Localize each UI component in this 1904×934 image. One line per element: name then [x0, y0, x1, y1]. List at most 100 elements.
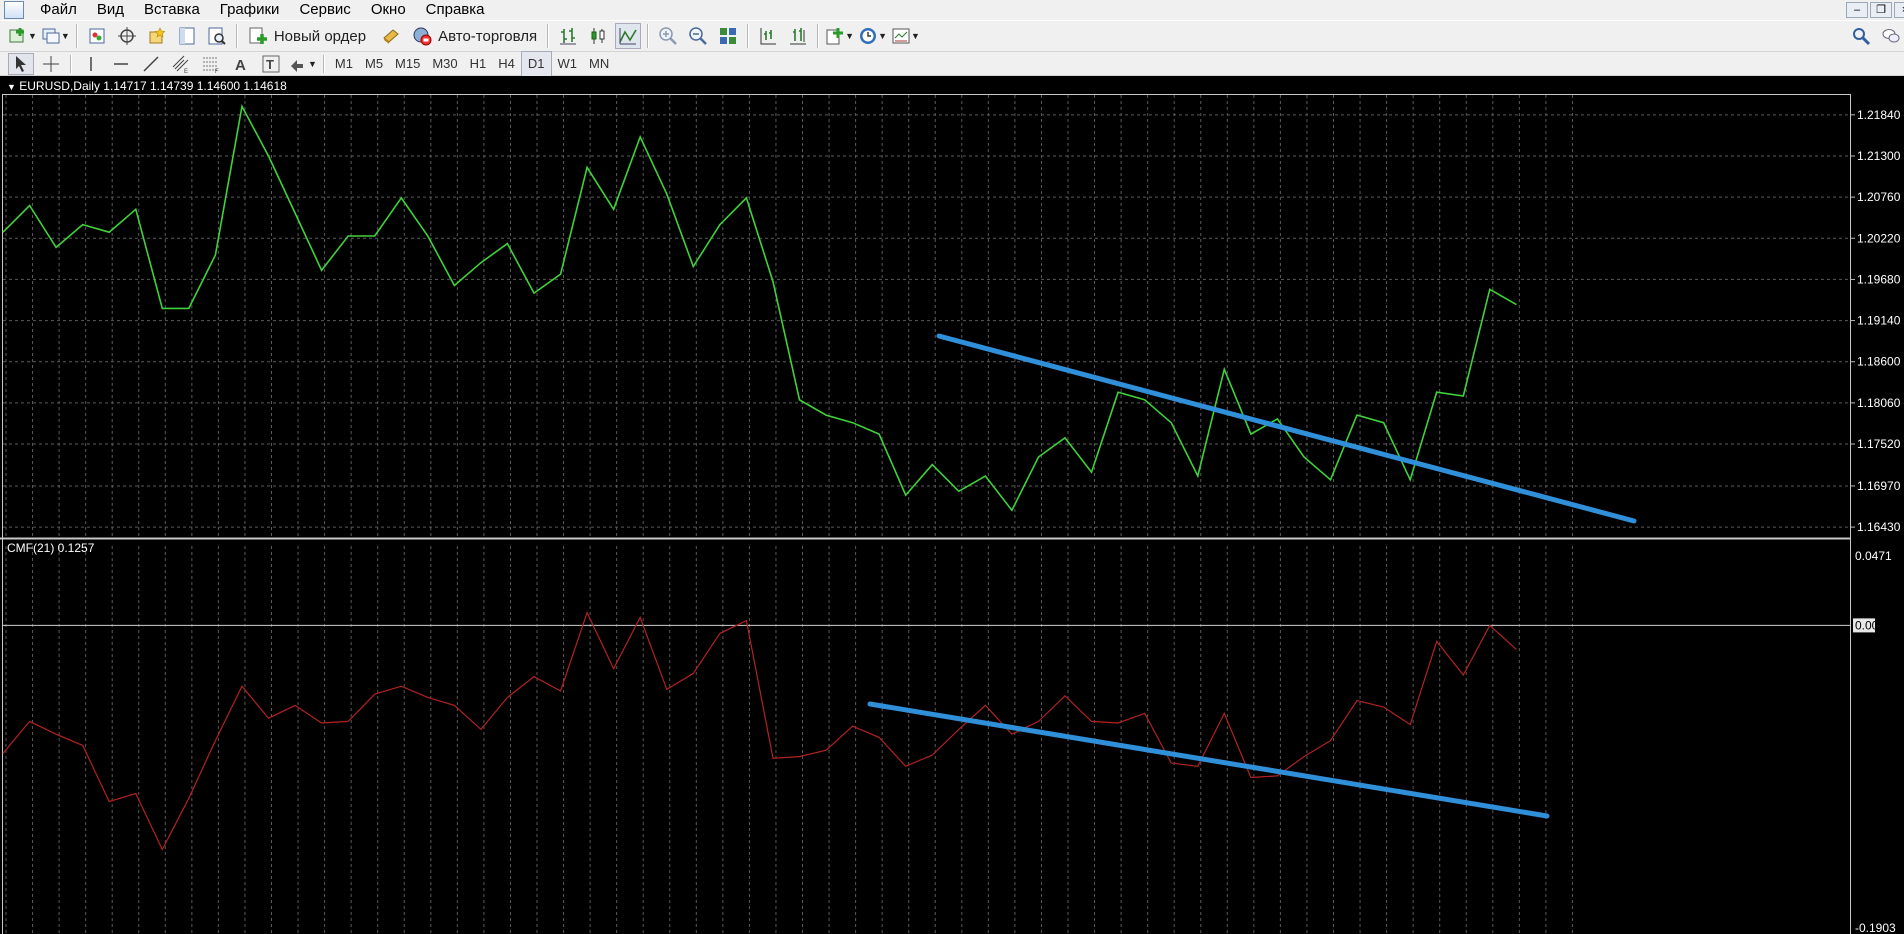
drawing-toolbar: E F A T ▼ M1 M5 M15 M30 H1 H4 D1 W1 MN	[0, 50, 1904, 77]
zoom-out-button[interactable]	[685, 23, 711, 49]
toolbar-separator	[647, 24, 650, 48]
toolbar-separator	[70, 54, 72, 73]
timeframe-w1[interactable]: W1	[552, 52, 584, 76]
text-button[interactable]: A	[228, 53, 254, 75]
trendline-button[interactable]	[138, 53, 164, 75]
indicator-tick-label: -0.1903	[1855, 921, 1896, 934]
periods-button[interactable]: ▼	[858, 23, 887, 49]
market-watch-button[interactable]	[84, 23, 110, 49]
timeframe-m5[interactable]: M5	[359, 52, 389, 76]
toolbar-separator	[547, 24, 550, 48]
menu-file[interactable]: Файл	[30, 0, 87, 20]
menu-view[interactable]: Вид	[87, 0, 134, 20]
price-series-line	[2, 103, 1517, 512]
chevron-down-icon: ▼	[60, 31, 70, 41]
strategy-tester-button[interactable]	[204, 23, 230, 49]
indicators-button[interactable]: ▼	[825, 23, 854, 49]
toolbar-separator	[322, 54, 325, 73]
terminal-button[interactable]	[174, 23, 200, 49]
app-icon[interactable]	[4, 1, 24, 19]
menu-charts[interactable]: Графики	[210, 0, 290, 20]
new-chart-button[interactable]: ▼	[8, 23, 37, 49]
crosshair-button[interactable]	[38, 53, 64, 75]
restore-icon[interactable]: ❐	[1870, 2, 1892, 18]
new-order-icon	[249, 27, 267, 44]
tile-windows-button[interactable]	[715, 23, 741, 49]
chevron-down-icon: ▼	[308, 58, 317, 69]
timeframe-h4[interactable]: H4	[492, 52, 521, 76]
line-chart-button[interactable]	[615, 23, 642, 49]
svg-text:E: E	[184, 69, 188, 74]
price-tick-label: 1.20220	[1857, 231, 1901, 245]
chart-window[interactable]: 1.21840 1.21300 1.20760 1.20220 1.19680 1.191…	[0, 76, 1904, 934]
chart-symbol-quote: EURUSD,Daily 1.14717 1.14739 1.14600 1.1…	[19, 79, 287, 93]
indicator-header: CMF(21) 0.1257	[7, 541, 95, 555]
close-icon[interactable]: ×	[1894, 2, 1904, 18]
templates-button[interactable]: ▼	[891, 23, 920, 49]
timeframe-h1[interactable]: H1	[464, 52, 493, 76]
price-tick-label: 1.18600	[1857, 355, 1901, 369]
bar-chart-button[interactable]	[555, 23, 581, 49]
indicator-tick-label: 0.00	[1855, 618, 1879, 632]
chart-shift-icon	[760, 28, 777, 45]
tile-windows-icon	[720, 28, 737, 44]
menu-window[interactable]: Окно	[361, 0, 416, 20]
svg-text:A: A	[235, 57, 246, 74]
autotrading-button[interactable]: Авто-торговля	[408, 23, 541, 49]
zoom-in-icon	[659, 27, 678, 45]
cursor-arrow-icon	[16, 55, 26, 72]
fibonacci-icon: F	[203, 57, 219, 74]
price-tick-label: 1.16430	[1857, 520, 1901, 534]
indicator-tick-label: 0.0471	[1855, 549, 1892, 563]
price-tick-label: 1.20760	[1857, 190, 1901, 204]
vertical-line-button[interactable]	[78, 53, 104, 75]
candlestick-button[interactable]	[585, 23, 611, 49]
meta-editor-button[interactable]	[378, 23, 404, 49]
fibonacci-button[interactable]: F	[198, 53, 224, 75]
menu-help[interactable]: Справка	[416, 0, 495, 20]
arrows-button[interactable]: ▼	[288, 53, 317, 75]
menu-insert[interactable]: Вставка	[134, 0, 210, 20]
text-label-button[interactable]: T	[258, 53, 284, 75]
timeframe-d1[interactable]: D1	[520, 50, 552, 77]
horizontal-line-icon	[114, 62, 128, 65]
search-button[interactable]	[1848, 23, 1874, 49]
clock-icon	[860, 28, 877, 44]
tester-magnifier-icon	[208, 27, 226, 45]
equidistant-channel-button[interactable]: E	[168, 53, 194, 75]
timeframe-mn[interactable]: MN	[583, 52, 615, 76]
toolbar-separator	[747, 24, 750, 48]
new-order-button[interactable]: Новый ордер	[244, 23, 370, 49]
profiles-button[interactable]: ▼	[41, 23, 70, 49]
new-order-label: Новый ордер	[273, 27, 367, 45]
candlestick-icon	[591, 28, 605, 44]
zoom-in-button[interactable]	[655, 23, 681, 49]
vertical-line-icon	[90, 56, 92, 71]
svg-text:F: F	[215, 69, 219, 74]
horizontal-line-button[interactable]	[108, 53, 134, 75]
price-tick-label: 1.18060	[1857, 396, 1901, 410]
arrows-icon	[291, 59, 303, 72]
timeframe-m30[interactable]: M30	[426, 52, 463, 76]
chart-shift-button[interactable]	[755, 23, 781, 49]
autoscroll-button[interactable]	[785, 23, 811, 49]
chevron-down-icon: ▼	[845, 31, 855, 41]
timeframe-m1[interactable]: M1	[329, 52, 359, 76]
indicators-icon	[826, 28, 844, 45]
minimize-icon[interactable]: –	[1846, 2, 1868, 18]
cmf-series-line	[2, 611, 1517, 851]
autotrading-label: Авто-торговля	[438, 27, 538, 45]
chat-button[interactable]	[1878, 23, 1904, 49]
cursor-button[interactable]	[8, 52, 34, 75]
market-watch-icon	[89, 28, 105, 44]
navigator-button[interactable]	[144, 23, 170, 49]
menu-tools[interactable]: Сервис	[289, 0, 360, 20]
new-chart-icon	[9, 28, 24, 43]
data-window-button[interactable]	[114, 23, 140, 49]
toolbar-separator	[817, 24, 820, 48]
collapse-triangle-icon[interactable]: ▼	[7, 82, 16, 92]
chart-canvas[interactable]: 1.21840 1.21300 1.20760 1.20220 1.19680 1.191…	[0, 76, 1904, 934]
price-tick-label: 1.16970	[1857, 479, 1901, 493]
timeframe-m15[interactable]: M15	[389, 52, 426, 76]
trendline-icon	[143, 55, 159, 72]
